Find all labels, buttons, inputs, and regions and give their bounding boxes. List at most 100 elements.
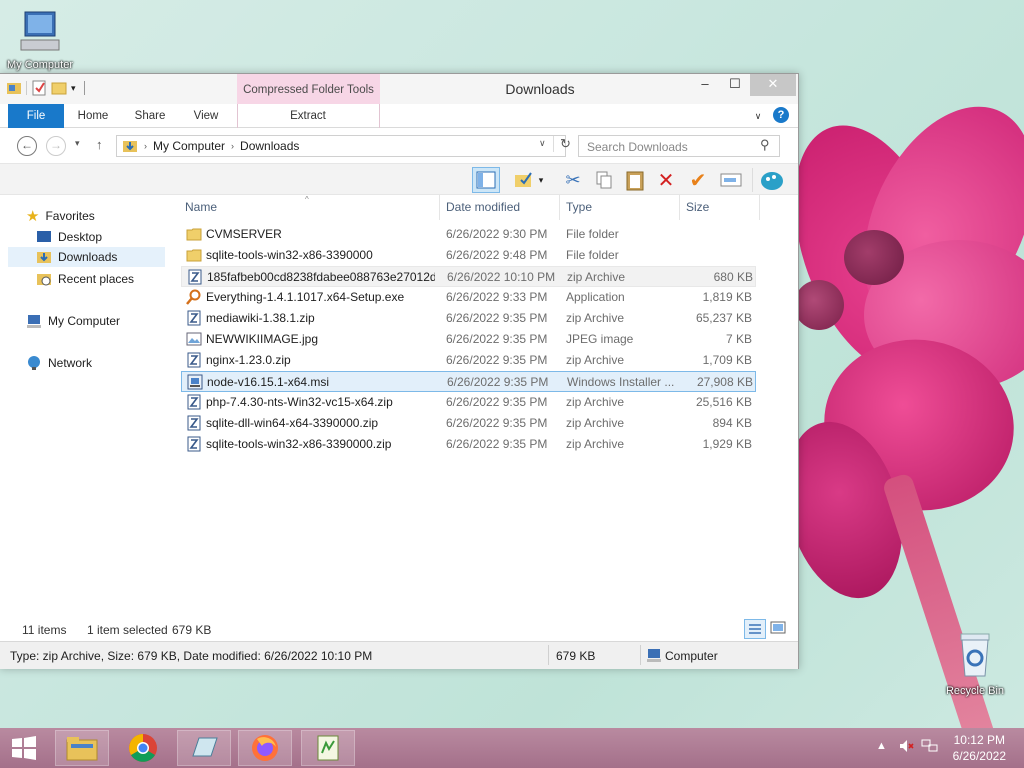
tab-home[interactable]: Home <box>70 104 116 128</box>
details-view-button[interactable] <box>744 619 766 639</box>
file-date: 6/26/2022 9:35 PM <box>446 353 548 367</box>
selection-count: 1 item selected <box>87 623 168 637</box>
selection-size: 679 KB <box>172 623 212 637</box>
tab-view[interactable]: View <box>183 104 229 128</box>
taskbar-file-explorer[interactable] <box>55 730 109 766</box>
checkmark-icon[interactable]: ✔ <box>684 167 712 193</box>
taskbar-notepad[interactable] <box>177 730 231 766</box>
column-header-name[interactable]: Name <box>185 200 217 220</box>
file-type: zip Archive <box>566 437 625 451</box>
zip-icon <box>186 436 202 452</box>
file-row[interactable]: 185fafbeb00cd8238fdabee088763e27012d... 6… <box>181 266 756 287</box>
properties-icon[interactable] <box>31 80 47 96</box>
close-button[interactable]: ✕ <box>750 74 796 96</box>
options-icon[interactable] <box>758 167 786 193</box>
file-date: 6/26/2022 9:33 PM <box>446 290 548 304</box>
taskbar-firefox[interactable] <box>238 730 292 766</box>
start-button[interactable] <box>0 730 48 766</box>
delete-icon[interactable]: ✕ <box>652 167 680 193</box>
maximize-button[interactable]: ☐ <box>720 74 750 96</box>
up-button[interactable]: ↑ <box>96 137 103 152</box>
details-size: 679 KB <box>556 649 596 663</box>
nav-desktop[interactable]: Desktop <box>36 227 102 247</box>
column-header-type[interactable]: Type <box>566 200 592 220</box>
status-bar: 11 items 1 item selected 679 KB <box>0 615 798 641</box>
help-icon[interactable]: ? <box>773 107 789 123</box>
file-row[interactable]: Everything-1.4.1.1017.x64-Setup.exe 6/26/… <box>181 287 756 308</box>
nav-my-computer[interactable]: My Computer <box>26 311 120 331</box>
file-row[interactable]: php-7.4.30-nts-Win32-vc15-x64.zip 6/26/20… <box>181 392 756 413</box>
window-title: Downloads <box>505 81 575 97</box>
paste-icon[interactable] <box>621 167 649 193</box>
file-type: Application <box>566 290 625 304</box>
clock[interactable]: 10:12 PM 6/26/2022 <box>953 732 1006 764</box>
file-type: zip Archive <box>566 416 625 430</box>
search-input[interactable]: Search Downloads <box>578 135 780 157</box>
title-bar: ▾ Compressed Folder Tools Downloads – ☐ … <box>0 74 798 104</box>
back-button[interactable]: ← <box>17 136 37 156</box>
cut-icon[interactable]: ✂ <box>559 167 587 193</box>
computer-icon <box>20 11 60 51</box>
volume-muted-icon[interactable] <box>898 738 914 757</box>
expand-ribbon-icon[interactable]: ∨ <box>752 104 764 128</box>
rename-icon[interactable] <box>717 167 745 193</box>
minimize-button[interactable]: – <box>690 74 720 96</box>
recent-locations-icon[interactable]: ▾ <box>75 138 80 149</box>
taskbar-chrome[interactable] <box>116 730 170 766</box>
breadcrumb-downloads[interactable]: Downloads <box>240 139 299 153</box>
quick-access-toolbar: ▾ <box>6 80 85 96</box>
tab-file[interactable]: File <box>8 104 64 128</box>
breadcrumb-separator-icon: › <box>144 141 147 151</box>
file-row[interactable]: sqlite-dll-win64-x64-3390000.zip 6/26/202… <box>181 413 756 434</box>
folder-properties-icon[interactable] <box>6 80 22 96</box>
tab-extract[interactable]: Extract <box>280 104 336 128</box>
details-view-icon <box>749 624 761 634</box>
explorer-window: ▾ Compressed Folder Tools Downloads – ☐ … <box>0 73 799 669</box>
file-row[interactable]: node-v16.15.1-x64.msi 6/26/2022 9:35 PM Wi… <box>181 371 756 392</box>
address-bar[interactable]: › My Computer › Downloads ∨ ↻ <box>116 135 571 157</box>
nav-recent-places[interactable]: Recent places <box>36 269 134 289</box>
chevron-down-icon[interactable]: ▾ <box>71 83 76 94</box>
file-date: 6/26/2022 9:35 PM <box>446 332 548 346</box>
taskbar-notepad-plus[interactable] <box>301 730 355 766</box>
preview-pane-button[interactable] <box>472 167 500 193</box>
file-name: sqlite-tools-win32-x86-3390000 <box>206 248 373 262</box>
file-type: JPEG image <box>566 332 634 346</box>
chevron-down-icon[interactable]: ▾ <box>534 167 548 193</box>
desktop-icon-label: Recycle Bin <box>945 685 1005 697</box>
file-row[interactable]: NEWWIKIIMAGE.jpg 6/26/2022 9:35 PM JPEG im… <box>181 329 756 350</box>
forward-button[interactable]: → <box>46 136 66 156</box>
refresh-icon[interactable]: ↻ <box>553 136 571 152</box>
new-folder-icon[interactable] <box>51 80 67 96</box>
nav-favorites[interactable]: ★ Favorites <box>26 206 95 226</box>
file-size: 27,908 KB <box>696 375 753 389</box>
nav-downloads[interactable]: Downloads <box>8 247 165 267</box>
desktop-icon-my-computer[interactable]: My Computer <box>0 10 80 71</box>
copy-icon[interactable] <box>590 167 618 193</box>
clock-date: 6/26/2022 <box>952 749 1006 763</box>
column-header-size[interactable]: Size <box>686 200 709 220</box>
breadcrumb-my-computer[interactable]: My Computer <box>153 139 225 153</box>
folder-icon <box>186 226 202 242</box>
tab-share[interactable]: Share <box>127 104 173 128</box>
search-icon[interactable]: ⚲ <box>760 137 770 153</box>
file-row[interactable]: sqlite-tools-win32-x86-3390000 6/26/2022 … <box>181 245 756 266</box>
preview-pane-icon <box>476 171 496 189</box>
ribbon-tabs: File Home Share View Extract ∨ ? <box>0 104 798 128</box>
file-explorer-icon <box>66 737 98 761</box>
file-row[interactable]: mediawiki-1.38.1.zip 6/26/2022 9:35 PM zip… <box>181 308 756 329</box>
details-bar: Type: zip Archive, Size: 679 KB, Date mo… <box>0 641 798 669</box>
file-size: 1,709 KB <box>702 353 752 367</box>
file-row[interactable]: sqlite-tools-win32-x86-3390000.zip 6/26/2… <box>181 434 756 455</box>
nav-network[interactable]: Network <box>26 353 92 373</box>
details-info: Type: zip Archive, Size: 679 KB, Date mo… <box>10 649 373 663</box>
show-hidden-icons[interactable]: ▲ <box>876 740 887 752</box>
file-row[interactable]: nginx-1.23.0.zip 6/26/2022 9:35 PM zip Arc… <box>181 350 756 371</box>
network-tray-icon[interactable] <box>921 738 939 757</box>
address-dropdown-icon[interactable]: ∨ <box>539 138 546 149</box>
file-row[interactable]: CVMSERVER 6/26/2022 9:30 PM File folder <box>181 224 756 245</box>
navigation-pane: ★ Favorites Desktop Downloads Recent pla… <box>8 202 166 612</box>
large-icons-view-button[interactable] <box>769 619 789 639</box>
column-header-date[interactable]: Date modified <box>446 200 520 220</box>
desktop-icon-recycle-bin[interactable]: Recycle Bin <box>935 630 1015 697</box>
